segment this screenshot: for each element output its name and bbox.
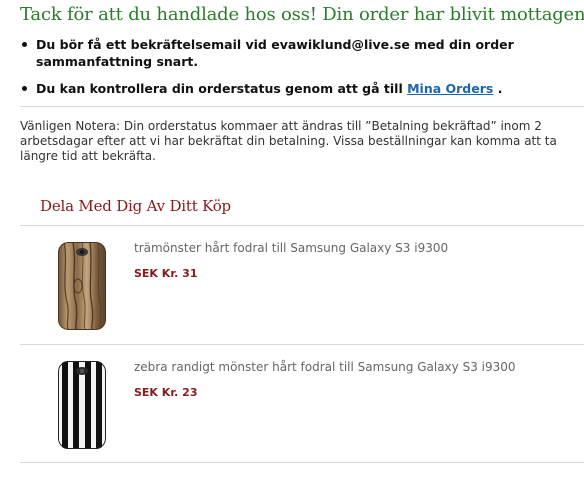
confirmation-bullets: Du bör få ett bekräftelsemail vid evawik…: [20, 36, 560, 97]
order-status-bullet: Du kan kontrollera din orderstatus genom…: [20, 80, 560, 97]
email-confirmation-text: Du bör få ett bekräftelsemail vid evawik…: [36, 37, 514, 69]
divider: [20, 106, 584, 107]
order-confirmation-heading: Tack för att du handlade hos oss! Din or…: [20, 4, 584, 25]
share-purchase-title: Dela Med Dig Av Ditt Köp: [40, 197, 231, 215]
order-status-text: Du kan kontrollera din orderstatus genom…: [36, 81, 403, 96]
wood-grain-phone-case-icon[interactable]: [58, 242, 106, 330]
product-item: trämönster hårt fodral till Samsung Gala…: [20, 226, 584, 344]
product-item: zebra randigt mönster hårt fodral till S…: [20, 345, 584, 463]
divider: [20, 462, 584, 463]
bullet-dot-icon: [22, 86, 27, 91]
my-orders-link[interactable]: Mina Orders: [407, 81, 493, 96]
bullet-dot-icon: [22, 42, 27, 47]
email-confirmation-bullet: Du bör få ett bekräftelsemail vid evawik…: [20, 36, 560, 70]
product-price: SEK Kr. 23: [134, 386, 198, 399]
product-name-link[interactable]: zebra randigt mönster hårt fodral till S…: [134, 360, 516, 374]
product-name-link[interactable]: trämönster hårt fodral till Samsung Gala…: [134, 241, 448, 255]
order-status-period: .: [497, 81, 503, 96]
zebra-stripe-phone-case-icon[interactable]: [58, 361, 106, 449]
status-notice: Vänligen Notera: Din orderstatus kommaer…: [20, 119, 557, 163]
product-price: SEK Kr. 31: [134, 267, 198, 280]
